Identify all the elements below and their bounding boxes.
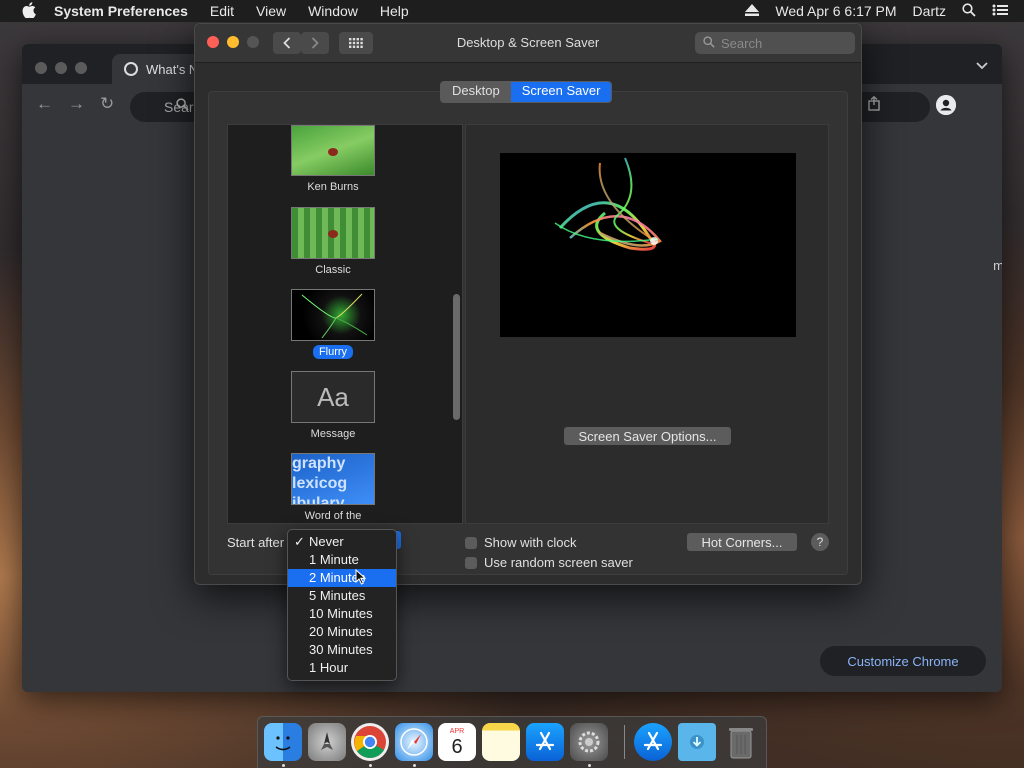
checkmark-icon: ✓	[294, 534, 305, 549]
notes-icon[interactable]	[482, 723, 520, 761]
menu-app-name[interactable]: System Preferences	[54, 3, 188, 19]
calendar-day: 6	[451, 735, 463, 758]
message-thumbnail: Aa	[291, 371, 375, 423]
start-after-label: Start after	[227, 535, 285, 550]
classic-thumbnail	[291, 207, 375, 259]
finder-icon[interactable]	[264, 723, 302, 761]
list-item-word-of-the-day[interactable]: graphy lexicog ibulary Word of the Day	[290, 453, 376, 523]
running-indicator	[413, 764, 416, 767]
screen-saver-label: Ken Burns	[307, 181, 359, 193]
system-preferences-window: Desktop & Screen Saver Search Desktop Sc…	[194, 23, 862, 585]
trash-icon[interactable]	[722, 723, 760, 761]
back-arrow-icon[interactable]: ←	[36, 94, 53, 114]
ladybug-icon	[328, 148, 338, 156]
flurry-thumbnail	[291, 289, 375, 341]
running-indicator	[588, 764, 591, 767]
start-after-dropdown-menu: ✓ Never 1 Minute 2 Minutes 5 Minutes 10 …	[287, 529, 397, 681]
menu-view[interactable]: View	[256, 3, 286, 19]
menu-item-1-hour[interactable]: 1 Hour	[288, 659, 396, 677]
screen-saver-label: Message	[310, 428, 356, 440]
chrome-zoom-button[interactable]	[75, 62, 87, 74]
list-item-ken-burns[interactable]: Ken Burns	[290, 125, 376, 195]
checkbox-box[interactable]	[465, 556, 477, 569]
menu-item-30-minutes[interactable]: 30 Minutes	[288, 641, 396, 659]
reload-icon[interactable]: ↻	[100, 94, 114, 114]
screen-saver-preview	[500, 153, 796, 337]
spotlight-search-icon[interactable]	[962, 2, 976, 20]
menu-help[interactable]: Help	[380, 3, 409, 19]
menu-edit[interactable]: Edit	[210, 3, 234, 19]
menu-item-10-minutes[interactable]: 10 Minutes	[288, 605, 396, 623]
menu-clock[interactable]: Wed Apr 6 6:17 PM	[775, 3, 896, 19]
chrome-minimize-button[interactable]	[55, 62, 67, 74]
screen-saver-list[interactable]: Ken Burns Classic Flurry Aa Message grap…	[227, 124, 463, 524]
share-icon[interactable]	[868, 95, 880, 114]
screen-saver-options-button[interactable]: Screen Saver Options...	[564, 427, 731, 445]
profile-avatar-icon[interactable]	[936, 95, 956, 115]
chrome-favicon-icon	[124, 62, 138, 76]
list-item-classic[interactable]: Classic	[290, 207, 376, 278]
screen-saver-label: Word of the Day	[304, 510, 362, 523]
search-icon	[703, 35, 715, 51]
menu-user[interactable]: Dartz	[913, 3, 946, 19]
ladybug-icon	[328, 230, 338, 238]
dock: APR 6	[257, 716, 767, 768]
control-center-icon[interactable]	[992, 3, 1008, 19]
search-icon	[176, 98, 189, 114]
menu-item-1-minute[interactable]: 1 Minute	[288, 551, 396, 569]
ken-burns-thumbnail	[291, 125, 375, 176]
running-indicator	[282, 764, 285, 767]
word-of-the-day-thumbnail: graphy lexicog ibulary	[291, 453, 375, 505]
tab-desktop[interactable]: Desktop	[441, 82, 511, 102]
list-item-message[interactable]: Aa Message	[290, 371, 376, 442]
show-with-clock-checkbox[interactable]: Show with clock	[465, 535, 576, 550]
calendar-month: APR	[449, 727, 465, 735]
chrome-icon[interactable]	[351, 723, 389, 761]
app-store-icon[interactable]	[526, 723, 564, 761]
flurry-preview-graphic	[554, 157, 662, 251]
menu-item-20-minutes[interactable]: 20 Minutes	[288, 623, 396, 641]
system-preferences-icon[interactable]	[570, 723, 608, 761]
list-scrollbar[interactable]	[453, 294, 460, 420]
help-button[interactable]: ?	[811, 533, 829, 551]
running-indicator	[369, 764, 372, 767]
launchpad-icon[interactable]	[308, 723, 346, 761]
menu-item-never[interactable]: ✓ Never	[288, 533, 396, 551]
app-store-folder-icon[interactable]	[634, 723, 672, 761]
screen-saver-label-selected: Flurry	[312, 345, 354, 359]
prefs-search-field[interactable]: Search	[695, 32, 855, 54]
chevron-down-icon[interactable]	[976, 58, 988, 73]
hot-corners-button[interactable]: Hot Corners...	[687, 533, 797, 551]
random-screen-saver-label: Use random screen saver	[484, 555, 633, 570]
random-screen-saver-checkbox[interactable]: Use random screen saver	[465, 555, 633, 570]
calendar-icon[interactable]: APR 6	[438, 723, 476, 761]
list-item-flurry[interactable]: Flurry	[290, 289, 376, 360]
menu-window[interactable]: Window	[308, 3, 358, 19]
checkbox-box[interactable]	[465, 536, 477, 549]
customize-chrome-button[interactable]: Customize Chrome	[820, 646, 986, 676]
downloads-folder-icon[interactable]	[678, 723, 716, 761]
dock-separator	[624, 725, 625, 759]
chrome-side-text: m	[993, 258, 1002, 273]
menu-item-5-minutes[interactable]: 5 Minutes	[288, 587, 396, 605]
tab-segmented-control: Desktop Screen Saver	[440, 81, 613, 103]
menu-bar: System Preferences Edit View Window Help…	[0, 0, 1024, 22]
apple-icon[interactable]	[20, 1, 38, 21]
menu-item-label: Never	[309, 534, 344, 549]
forward-arrow-icon[interactable]: →	[68, 94, 85, 114]
screen-saver-label: Classic	[315, 264, 351, 276]
tab-screen-saver[interactable]: Screen Saver	[510, 82, 612, 102]
menu-item-2-minutes[interactable]: 2 Minutes	[288, 569, 396, 587]
eject-icon[interactable]	[745, 3, 760, 19]
safari-icon[interactable]	[395, 723, 433, 761]
chrome-close-button[interactable]	[35, 62, 47, 74]
show-with-clock-label: Show with clock	[484, 535, 577, 550]
mouse-cursor-icon	[355, 568, 367, 588]
search-placeholder: Search	[721, 35, 763, 51]
